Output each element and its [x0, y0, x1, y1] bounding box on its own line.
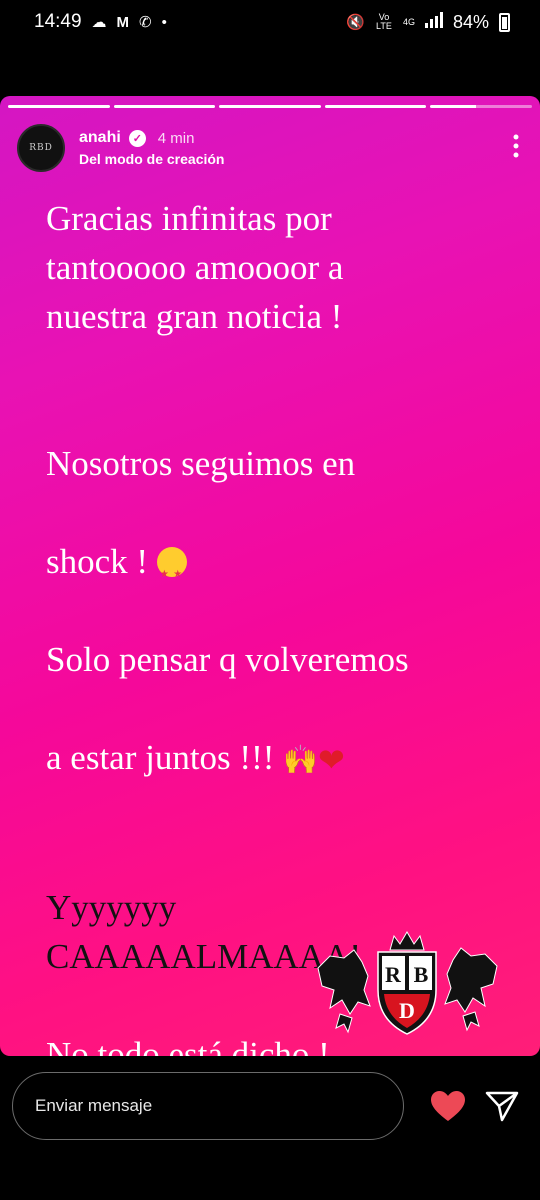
progress-segment — [113, 105, 216, 108]
text-line: Nosotros seguimos en — [46, 444, 356, 483]
avatar-logo: RBD — [29, 143, 53, 153]
battery-percentage: 84% — [452, 11, 489, 32]
story-header: RBD anahi ✓ 4 min Del modo de creación — [17, 122, 525, 174]
status-left: 14:49 ☁ M ✆ • — [34, 11, 167, 33]
header-row: anahi ✓ 4 min — [79, 129, 224, 147]
story-text: Gracias infinitas por tantooooo amoooor … — [46, 194, 526, 1056]
star-struck-icon — [156, 547, 187, 599]
logo-letter-b: B — [414, 962, 429, 987]
send-icon — [485, 1091, 519, 1122]
share-button[interactable] — [482, 1086, 522, 1126]
story-time: 4 min — [157, 129, 195, 147]
logo-letter-r: R — [385, 962, 402, 987]
rbd-logo: R B D — [310, 928, 505, 1038]
progress-segment — [8, 105, 110, 108]
text-line: shock ! — [46, 542, 157, 581]
4g-icon: 4G — [402, 16, 415, 27]
logo-letter-d: D — [399, 998, 415, 1023]
missed-call-icon: ✆ — [139, 13, 152, 31]
progress-segment — [219, 105, 321, 108]
volte-icon: Vo LTE — [376, 12, 392, 31]
heart-icon — [431, 1091, 465, 1121]
more-options-button[interactable] — [507, 134, 525, 162]
text-paragraph-1: Gracias infinitas por tantooooo amoooor … — [46, 199, 344, 336]
text-paragraph-2: Nosotros seguimos en shock ! Solo pensar… — [46, 390, 526, 834]
status-right: 🔇 Vo LTE 4G 84% — [346, 11, 510, 33]
like-button[interactable] — [428, 1086, 468, 1126]
avatar[interactable]: RBD — [17, 124, 65, 172]
heart-icon: ❤ — [318, 742, 345, 778]
header-text: anahi ✓ 4 min Del modo de creación — [79, 129, 224, 167]
progress-segment-current — [430, 105, 532, 108]
gmail-icon: M — [116, 13, 130, 31]
story-subtitle: Del modo de creación — [79, 151, 225, 167]
cloud-icon: ☁ — [91, 13, 107, 31]
text-line-emoji: a estar juntos !!! 🙌❤ — [46, 733, 526, 785]
raising-hands-icon: 🙌 — [283, 745, 319, 776]
text-line: a estar juntos !!! — [46, 738, 284, 777]
text-line: Solo pensar q volveremos — [46, 640, 409, 679]
signal-icon — [424, 11, 443, 33]
status-bar: 14:49 ☁ M ✆ • 🔇 Vo LTE 4G 84% — [0, 0, 540, 44]
progress-segment — [324, 105, 427, 108]
dot-icon: • — [161, 13, 167, 31]
story-card[interactable]: RBD anahi ✓ 4 min Del modo de creación G… — [0, 96, 540, 1056]
bottom-bar — [0, 1066, 540, 1146]
username[interactable]: anahi — [79, 129, 121, 147]
more-icon — [513, 134, 519, 158]
status-time: 14:49 — [34, 11, 82, 32]
message-input[interactable] — [12, 1072, 404, 1140]
story-progress — [8, 105, 532, 108]
verified-badge-icon: ✓ — [128, 129, 146, 147]
mute-icon: 🔇 — [346, 13, 365, 31]
battery-icon — [499, 12, 510, 32]
text-line-emoji: shock ! — [46, 537, 526, 599]
